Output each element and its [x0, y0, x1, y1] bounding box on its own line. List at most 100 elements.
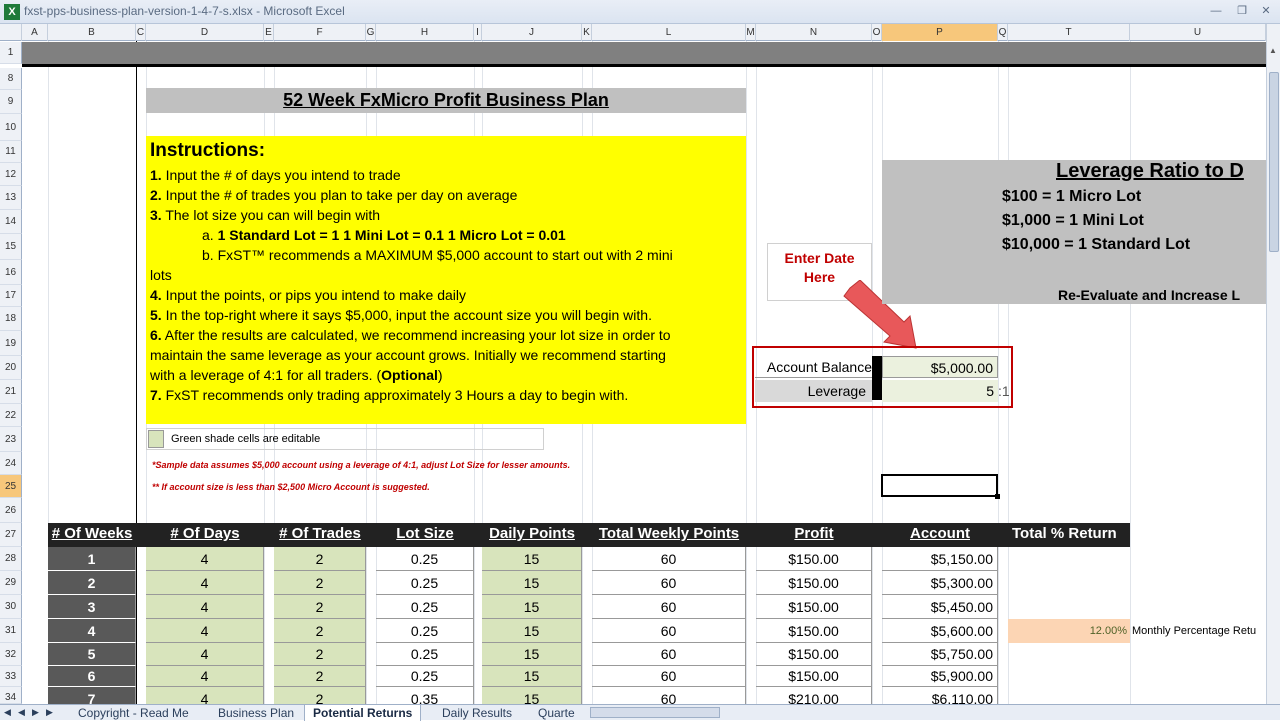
trades-cell[interactable]: 2	[274, 571, 366, 595]
row-header-11[interactable]: 11	[0, 141, 22, 163]
vertical-scrollbar[interactable]: ▲	[1266, 24, 1280, 704]
row-header-9[interactable]: 9	[0, 90, 22, 114]
row-header-17[interactable]: 17	[0, 285, 22, 307]
lot-size-cell[interactable]: 0.25	[376, 643, 474, 666]
next-sheet-icon[interactable]: ▶	[32, 707, 39, 718]
account-cell[interactable]: $5,150.00	[882, 547, 998, 571]
column-header-e[interactable]: E	[264, 24, 274, 41]
trades-cell[interactable]: 2	[274, 666, 366, 687]
row-header-26[interactable]: 26	[0, 498, 22, 523]
horizontal-scrollbar[interactable]	[590, 707, 720, 718]
column-header-b[interactable]: B	[48, 24, 136, 41]
profit-cell[interactable]: $150.00	[756, 643, 872, 666]
fill-handle[interactable]	[995, 494, 1000, 499]
last-sheet-icon[interactable]: ▶	[46, 707, 53, 718]
excel-app-icon[interactable]: X	[4, 4, 20, 20]
account-cell[interactable]: $5,300.00	[882, 571, 998, 595]
trades-cell[interactable]: 2	[274, 595, 366, 619]
row-header-19[interactable]: 19	[0, 331, 22, 356]
daily-points-cell[interactable]: 15	[482, 595, 582, 619]
column-header-g[interactable]: G	[366, 24, 376, 41]
lot-size-cell[interactable]: 0.25	[376, 547, 474, 571]
profit-cell[interactable]: $150.00	[756, 595, 872, 619]
profit-cell[interactable]: $150.00	[756, 619, 872, 643]
tab-business-plan[interactable]: Business Plan	[210, 705, 302, 721]
column-header-h[interactable]: H	[376, 24, 474, 41]
account-balance-input[interactable]: $5,000.00	[882, 356, 998, 378]
close-icon[interactable]: ✕	[1258, 4, 1274, 18]
daily-points-cell[interactable]: 15	[482, 547, 582, 571]
row-header-12[interactable]: 12	[0, 163, 22, 186]
column-header-t[interactable]: T	[1008, 24, 1130, 41]
col-header-trades[interactable]: # Of Trades	[274, 523, 366, 547]
lot-size-cell[interactable]: 0.25	[376, 595, 474, 619]
row-header-30[interactable]: 30	[0, 595, 22, 619]
column-header-f[interactable]: F	[274, 24, 366, 41]
week-cell[interactable]: 4	[48, 619, 136, 643]
column-header-k[interactable]: K	[582, 24, 592, 41]
weekly-points-cell[interactable]: 60	[592, 571, 746, 595]
account-cell[interactable]: $5,450.00	[882, 595, 998, 619]
profit-cell[interactable]: $150.00	[756, 571, 872, 595]
profit-cell[interactable]: $150.00	[756, 666, 872, 687]
days-cell[interactable]: 4	[146, 643, 264, 666]
week-cell[interactable]: 5	[48, 643, 136, 666]
minimize-icon[interactable]: —	[1208, 4, 1224, 18]
scrollbar-thumb[interactable]	[1269, 72, 1279, 252]
column-header-o[interactable]: O	[872, 24, 882, 41]
row-header-10[interactable]: 10	[0, 114, 22, 141]
tab-quarterly[interactable]: Quarte	[530, 705, 578, 721]
row-header-31[interactable]: 31	[0, 619, 22, 643]
col-header-weekly-points[interactable]: Total Weekly Points	[592, 523, 746, 547]
week-cell[interactable]: 2	[48, 571, 136, 595]
col-header-weeks[interactable]: # Of Weeks	[48, 523, 136, 547]
restore-icon[interactable]: ❐	[1234, 4, 1250, 18]
weekly-points-cell[interactable]: 60	[592, 619, 746, 643]
column-header-p[interactable]: P	[882, 24, 998, 41]
row-header-25[interactable]: 25	[0, 475, 22, 498]
weekly-points-cell[interactable]: 60	[592, 595, 746, 619]
column-header-i[interactable]: I	[474, 24, 482, 41]
column-header-m[interactable]: M	[746, 24, 756, 41]
weekly-points-cell[interactable]: 60	[592, 547, 746, 571]
column-header-u[interactable]: U	[1130, 24, 1266, 41]
scroll-up-icon[interactable]: ▲	[1269, 46, 1277, 55]
daily-points-cell[interactable]: 15	[482, 619, 582, 643]
row-header-20[interactable]: 20	[0, 356, 22, 380]
row-header-24[interactable]: 24	[0, 452, 22, 475]
days-cell[interactable]: 4	[146, 666, 264, 687]
weekly-points-cell[interactable]: 60	[592, 666, 746, 687]
account-cell[interactable]: $5,600.00	[882, 619, 998, 643]
col-header-account[interactable]: Account	[882, 523, 998, 547]
week-cell[interactable]: 1	[48, 547, 136, 571]
plan-title[interactable]: 52 Week FxMicro Profit Business Plan	[146, 88, 746, 113]
daily-points-cell[interactable]: 15	[482, 643, 582, 666]
account-cell[interactable]: $5,750.00	[882, 643, 998, 666]
col-header-days[interactable]: # Of Days	[146, 523, 264, 547]
week-cell[interactable]: 6	[48, 666, 136, 687]
row-header-28[interactable]: 28	[0, 547, 22, 571]
days-cell[interactable]: 4	[146, 571, 264, 595]
daily-points-cell[interactable]: 15	[482, 666, 582, 687]
row-header-13[interactable]: 13	[0, 186, 22, 210]
selected-cell[interactable]	[881, 474, 1000, 499]
row-header-1[interactable]: 1	[0, 42, 22, 64]
tab-potential-returns[interactable]: Potential Returns	[304, 705, 422, 721]
select-all-corner[interactable]	[0, 24, 22, 41]
row-header-18[interactable]: 18	[0, 307, 22, 331]
col-header-profit[interactable]: Profit	[756, 523, 872, 547]
days-cell[interactable]: 4	[146, 547, 264, 571]
trades-cell[interactable]: 2	[274, 547, 366, 571]
days-cell[interactable]: 4	[146, 595, 264, 619]
row-header-29[interactable]: 29	[0, 571, 22, 595]
column-header-n[interactable]: N	[756, 24, 872, 41]
row-header-34[interactable]: 34	[0, 687, 22, 704]
lot-size-cell[interactable]: 0.25	[376, 571, 474, 595]
prev-sheet-icon[interactable]: ◀	[18, 707, 25, 718]
col-header-lot-size[interactable]: Lot Size	[376, 523, 474, 547]
row-header-33[interactable]: 33	[0, 666, 22, 687]
profit-cell[interactable]: $150.00	[756, 547, 872, 571]
lot-size-cell[interactable]: 0.25	[376, 619, 474, 643]
row-header-15[interactable]: 15	[0, 234, 22, 260]
row-header-16[interactable]: 16	[0, 260, 22, 285]
